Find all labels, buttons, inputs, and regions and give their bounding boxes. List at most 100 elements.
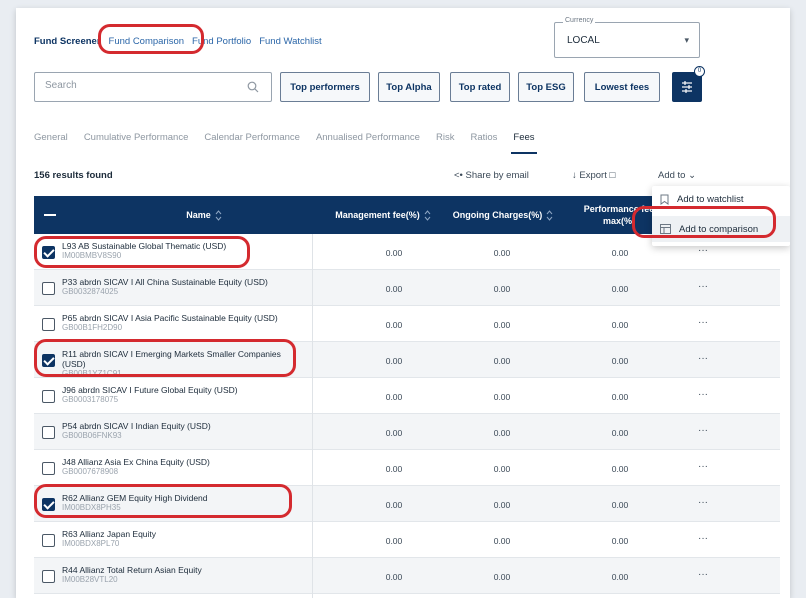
ongoing-charges-cell: 0.00: [493, 320, 511, 330]
table-row[interactable]: R62 Allianz GEM Equity High Dividend IM00…: [34, 486, 780, 522]
nav-fund-watchlist[interactable]: Fund Watchlist: [259, 36, 321, 47]
row-checkbox[interactable]: [42, 318, 55, 331]
table-row[interactable]: R44 Allianz Total Return Asian Equity IM0…: [34, 558, 780, 594]
sort-icon: [424, 209, 431, 221]
share-icon: <•: [454, 170, 463, 181]
fund-name-cell[interactable]: P33 abrdn SICAV I All China Sustainable …: [62, 277, 292, 297]
row-more-icon[interactable]: ···: [698, 461, 708, 472]
fund-name-cell[interactable]: R63 Allianz Japan Equity IM00BDX8PL70: [62, 529, 292, 549]
tab-risk[interactable]: Risk: [436, 132, 454, 143]
fund-name-cell[interactable]: R62 Allianz GEM Equity High Dividend IM00…: [62, 493, 292, 513]
deselect-all-icon[interactable]: [44, 214, 56, 216]
row-more-icon[interactable]: ···: [698, 353, 708, 364]
fund-name: J48 Allianz Asia Ex China Equity (USD): [62, 457, 210, 467]
table-row[interactable]: P65 abrdn SICAV I Asia Pacific Sustainab…: [34, 306, 780, 342]
table-row[interactable]: P54 abrdn SICAV I Indian Equity (USD) GB0…: [34, 414, 780, 450]
top-rated-button[interactable]: Top rated: [450, 72, 510, 102]
col-management-fee[interactable]: Management fee(%): [318, 196, 448, 234]
ongoing-charges-cell: 0.00: [493, 572, 511, 582]
table-row[interactable]: J96 abrdn SICAV I Future Global Equity (…: [34, 378, 780, 414]
performance-fee-cell: 0.00: [611, 392, 629, 402]
row-checkbox[interactable]: [42, 246, 55, 259]
currency-label: Currency: [563, 17, 596, 24]
menu-add-to-comparison[interactable]: Add to comparison: [652, 216, 790, 242]
menu-add-to-watchlist[interactable]: Add to watchlist: [660, 194, 744, 205]
tab-annualised-performance[interactable]: Annualised Performance: [316, 132, 420, 143]
row-checkbox[interactable]: [42, 282, 55, 295]
fund-name-cell[interactable]: J96 abrdn SICAV I Future Global Equity (…: [62, 385, 292, 405]
fund-name-cell[interactable]: R11 abrdn SICAV I Emerging Markets Small…: [62, 349, 292, 379]
fund-name-cell[interactable]: L93 AB Sustainable Global Thematic (USD)…: [62, 241, 292, 261]
performance-fee-cell: 0.00: [611, 536, 629, 546]
search-icon[interactable]: [247, 81, 259, 93]
row-more-icon[interactable]: ···: [698, 497, 708, 508]
table-icon: [660, 224, 671, 234]
row-more-icon[interactable]: ···: [698, 389, 708, 400]
tab-calendar-performance[interactable]: Calendar Performance: [204, 132, 300, 143]
ongoing-charges-cell: 0.00: [493, 248, 511, 258]
col-performance-fee[interactable]: Performance fee max(%): [578, 196, 660, 234]
row-checkbox[interactable]: [42, 354, 55, 367]
col-name[interactable]: Name: [74, 196, 334, 234]
ongoing-charges-cell: 0.00: [493, 284, 511, 294]
row-more-icon[interactable]: ···: [698, 281, 708, 292]
file-icon: □: [609, 170, 616, 181]
fund-name: L93 AB Sustainable Global Thematic (USD): [62, 241, 227, 251]
fund-table-body: L93 AB Sustainable Global Thematic (USD)…: [34, 234, 780, 594]
lowest-fees-button[interactable]: Lowest fees: [584, 72, 660, 102]
top-nav: Fund Screener Fund Comparison Fund Portf…: [34, 36, 322, 47]
fund-isin: IM00BDX8PH35: [62, 503, 121, 512]
add-to-label: Add to: [658, 170, 686, 181]
fund-name-cell[interactable]: J48 Allianz Asia Ex China Equity (USD) GB…: [62, 457, 292, 477]
table-row[interactable]: R63 Allianz Japan Equity IM00BDX8PL70 0.00…: [34, 522, 780, 558]
fund-isin: GB00B1FH2D90: [62, 323, 123, 332]
fund-name: R63 Allianz Japan Equity: [62, 529, 157, 539]
table-row[interactable]: J48 Allianz Asia Ex China Equity (USD) GB…: [34, 450, 780, 486]
top-alpha-button[interactable]: Top Alpha: [378, 72, 440, 102]
tab-ratios[interactable]: Ratios: [470, 132, 497, 143]
management-fee-cell: 0.00: [385, 500, 403, 510]
fund-name: R11 abrdn SICAV I Emerging Markets Small…: [62, 349, 281, 369]
table-row[interactable]: P33 abrdn SICAV I All China Sustainable …: [34, 270, 780, 306]
fund-name: R62 Allianz GEM Equity High Dividend: [62, 493, 208, 503]
export-button[interactable]: ↓ Export □: [572, 170, 615, 181]
management-fee-cell: 0.00: [385, 320, 403, 330]
fund-name: J96 abrdn SICAV I Future Global Equity (…: [62, 385, 238, 395]
add-to-button[interactable]: Add to ⌄: [658, 170, 696, 181]
fund-name-cell[interactable]: R44 Allianz Total Return Asian Equity IM0…: [62, 565, 292, 585]
row-more-icon[interactable]: ···: [698, 317, 708, 328]
share-by-email-button[interactable]: <• Share by email: [454, 170, 529, 181]
search-input[interactable]: [45, 80, 235, 91]
nav-fund-portfolio[interactable]: Fund Portfolio: [192, 36, 251, 47]
fund-isin: GB0003178075: [62, 395, 119, 404]
tab-cumulative-performance[interactable]: Cumulative Performance: [84, 132, 189, 143]
filter-button[interactable]: 0: [672, 66, 705, 102]
top-esg-button[interactable]: Top ESG: [518, 72, 574, 102]
menu-watchlist-label: Add to watchlist: [677, 194, 744, 205]
management-fee-cell: 0.00: [385, 572, 403, 582]
row-checkbox[interactable]: [42, 462, 55, 475]
tab-fees[interactable]: Fees: [511, 132, 537, 154]
fund-name: P33 abrdn SICAV I All China Sustainable …: [62, 277, 268, 287]
nav-fund-comparison[interactable]: Fund Comparison: [109, 36, 185, 47]
top-performers-button[interactable]: Top performers: [280, 72, 370, 102]
row-more-icon[interactable]: ···: [698, 245, 708, 256]
tab-general[interactable]: General: [34, 132, 68, 143]
row-checkbox[interactable]: [42, 570, 55, 583]
fund-isin: IM00BDX8PL70: [62, 539, 120, 548]
row-checkbox[interactable]: [42, 534, 55, 547]
row-more-icon[interactable]: ···: [698, 569, 708, 580]
ongoing-charges-cell: 0.00: [493, 500, 511, 510]
row-more-icon[interactable]: ···: [698, 425, 708, 436]
table-row[interactable]: R11 abrdn SICAV I Emerging Markets Small…: [34, 342, 780, 378]
currency-select[interactable]: Currency LOCAL ▾: [554, 17, 700, 58]
fund-name-cell[interactable]: P65 abrdn SICAV I Asia Pacific Sustainab…: [62, 313, 292, 333]
nav-fund-screener[interactable]: Fund Screener: [34, 36, 101, 47]
row-checkbox[interactable]: [42, 498, 55, 511]
row-more-icon[interactable]: ···: [698, 533, 708, 544]
col-ongoing-label: Ongoing Charges(%): [452, 210, 543, 220]
row-checkbox[interactable]: [42, 426, 55, 439]
row-checkbox[interactable]: [42, 390, 55, 403]
col-ongoing-charges[interactable]: Ongoing Charges(%): [438, 196, 568, 234]
fund-name-cell[interactable]: P54 abrdn SICAV I Indian Equity (USD) GB0…: [62, 421, 292, 441]
